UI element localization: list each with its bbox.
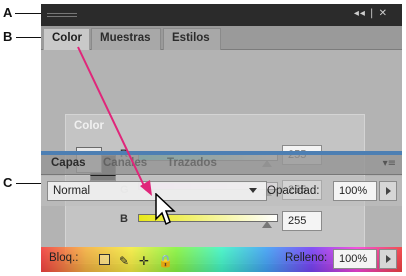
mouse-cursor-icon: [155, 193, 176, 226]
drag-arrow: [77, 46, 152, 196]
